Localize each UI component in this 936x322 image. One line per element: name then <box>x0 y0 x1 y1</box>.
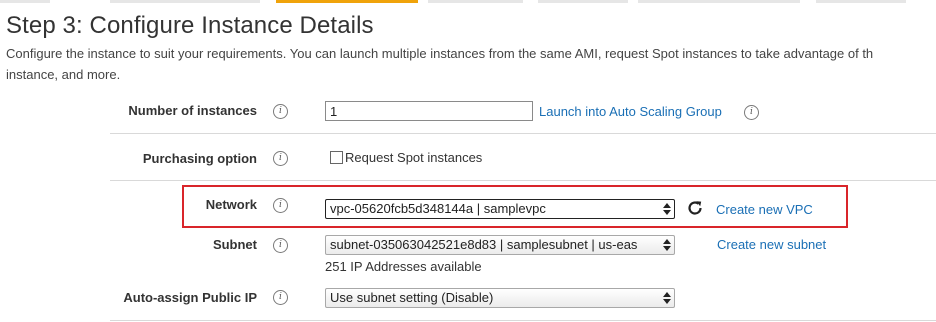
create-new-vpc-link[interactable]: Create new VPC <box>716 202 813 217</box>
request-spot-label[interactable]: Request Spot instances <box>345 150 482 165</box>
request-spot-checkbox[interactable] <box>330 151 343 164</box>
wizard-tab-7[interactable] <box>816 0 906 3</box>
auto-assign-selected-value: Use subnet setting (Disable) <box>330 290 494 305</box>
purchasing-option-label: Purchasing option <box>142 151 257 166</box>
info-icon[interactable]: i <box>273 198 288 213</box>
page-title: Step 3: Configure Instance Details <box>6 12 374 39</box>
select-arrows-icon <box>663 203 671 215</box>
wizard-tab-configure-instance[interactable] <box>276 0 418 3</box>
network-select[interactable]: vpc-05620fcb5d348144a | samplevpc <box>325 199 675 219</box>
description-line-2: instance, and more. <box>6 67 121 82</box>
wizard-tab-strip <box>0 0 936 4</box>
wizard-tab-4[interactable] <box>428 0 523 3</box>
info-icon[interactable]: i <box>744 105 759 120</box>
info-icon[interactable]: i <box>273 104 288 119</box>
subnet-selected-value: subnet-035063042521e8d83 | samplesubnet … <box>330 237 638 252</box>
row-divider <box>110 320 936 321</box>
wizard-tab-5[interactable] <box>538 0 628 3</box>
auto-assign-public-ip-label: Auto-assign Public IP <box>123 290 257 305</box>
create-new-subnet-link[interactable]: Create new subnet <box>717 237 826 252</box>
subnet-select[interactable]: subnet-035063042521e8d83 | samplesubnet … <box>325 235 675 255</box>
info-icon[interactable]: i <box>273 238 288 253</box>
wizard-tab-2[interactable] <box>110 0 260 3</box>
info-icon[interactable]: i <box>273 290 288 305</box>
refresh-icon[interactable] <box>686 199 704 217</box>
wizard-tab-6[interactable] <box>638 0 800 3</box>
network-selected-value: vpc-05620fcb5d348144a | samplevpc <box>330 201 546 216</box>
row-divider <box>110 180 936 181</box>
wizard-tab-1[interactable] <box>0 0 50 3</box>
info-icon[interactable]: i <box>273 151 288 166</box>
description-line-1: Configure the instance to suit your requ… <box>6 46 874 61</box>
number-of-instances-label: Number of instances <box>128 103 257 118</box>
auto-assign-public-ip-select[interactable]: Use subnet setting (Disable) <box>325 288 675 308</box>
network-label: Network <box>205 197 257 212</box>
number-of-instances-input[interactable] <box>325 101 533 121</box>
subnet-label: Subnet <box>212 237 257 252</box>
available-ip-addresses: 251 IP Addresses available <box>325 259 482 274</box>
select-arrows-icon <box>663 292 671 304</box>
page-description: Configure the instance to suit your requ… <box>6 43 936 85</box>
row-divider <box>110 133 936 134</box>
select-arrows-icon <box>663 239 671 251</box>
launch-auto-scaling-link[interactable]: Launch into Auto Scaling Group <box>539 104 722 119</box>
